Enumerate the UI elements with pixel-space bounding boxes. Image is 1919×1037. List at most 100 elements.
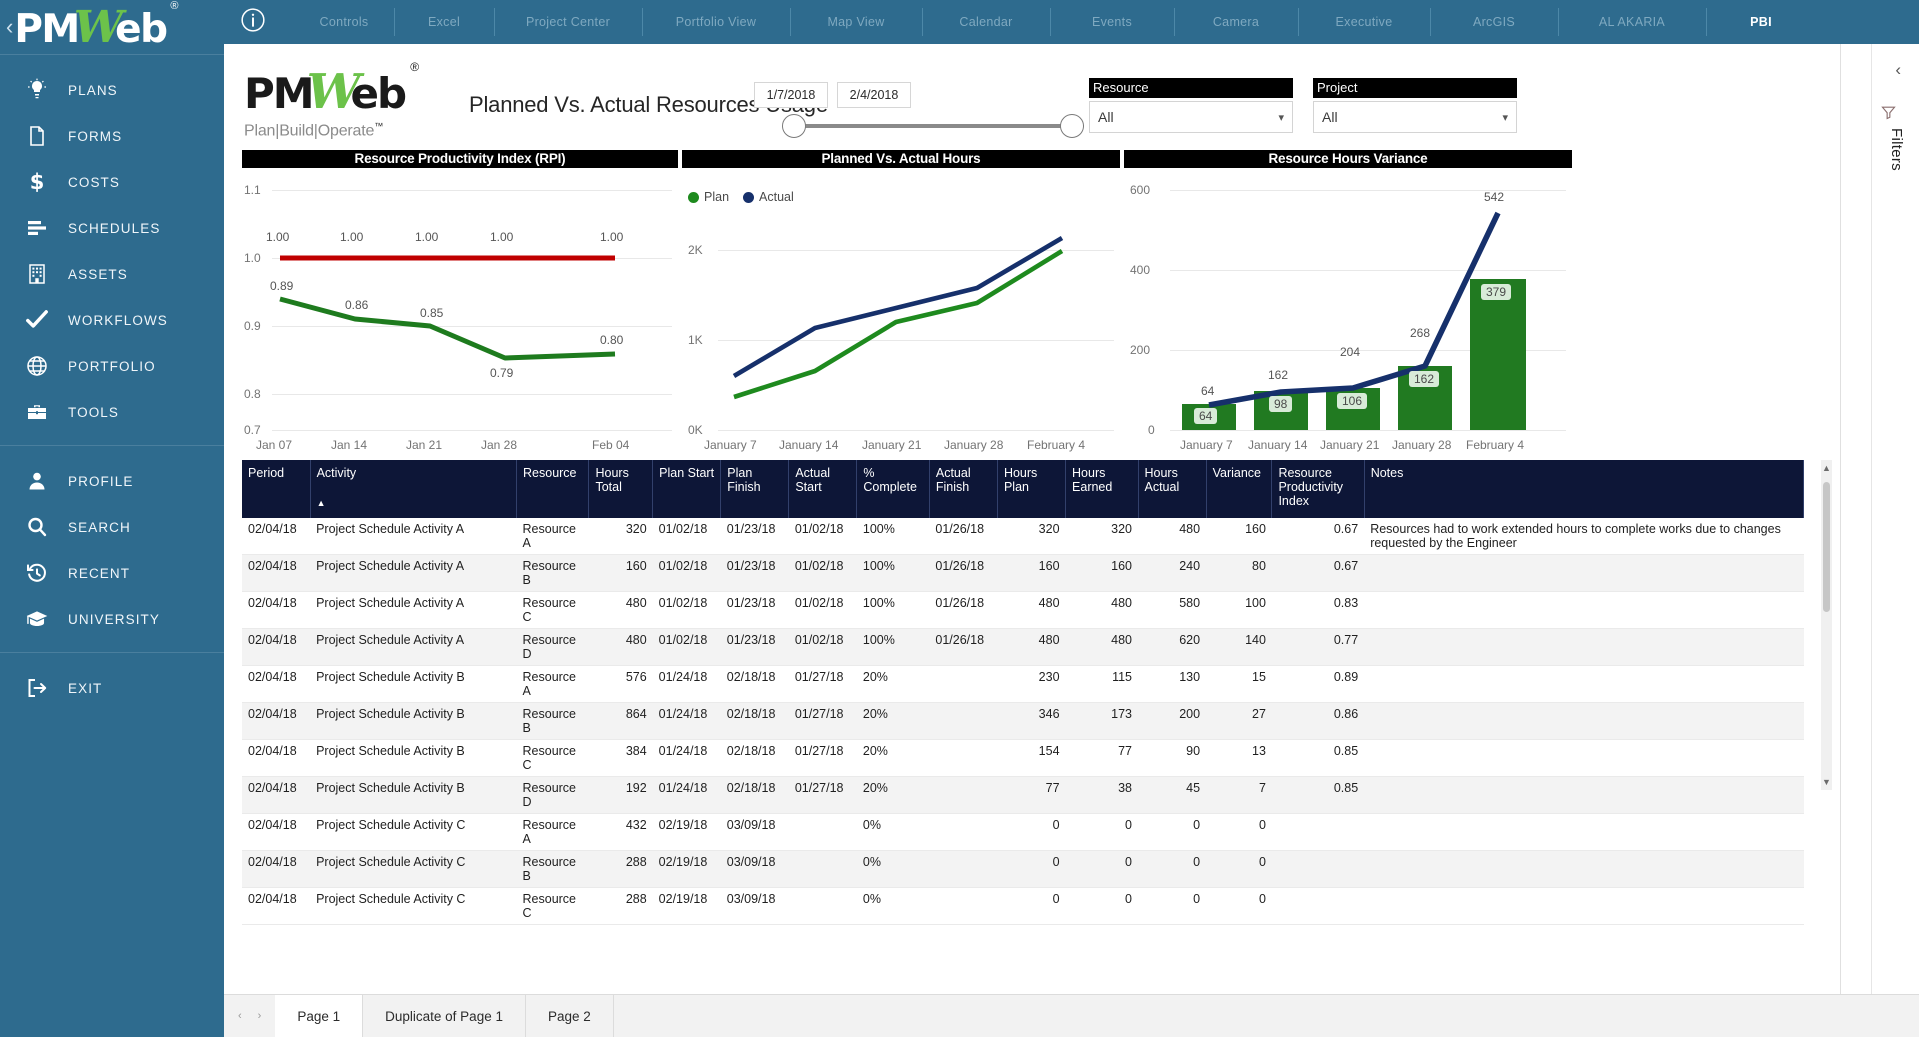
sidebar-item-costs[interactable]: $ COSTS <box>0 159 224 205</box>
col-hours-plan[interactable]: Hours Plan <box>997 460 1065 518</box>
col-resource-productivity-index[interactable]: Resource Productivity Index <box>1272 460 1364 518</box>
date-from-input[interactable]: 1/7/2018 <box>754 82 828 108</box>
pmweb-sidebar-logo[interactable]: ‹ PM W eb ® <box>0 0 224 54</box>
sidebar-item-workflows[interactable]: WORKFLOWS <box>0 297 224 343</box>
tab-executive[interactable]: Executive <box>1298 0 1430 44</box>
chart-resource-productivity-index[interactable]: Resource Productivity Index (RPI) 1.1 1.… <box>242 150 678 458</box>
cell-notes <box>1364 777 1803 814</box>
date-to-input[interactable]: 2/4/2018 <box>837 82 911 108</box>
slider-handle-left[interactable] <box>782 114 806 138</box>
chart-resource-hours-variance[interactable]: Resource Hours Variance 600 400 200 0 <box>1124 150 1572 458</box>
page-tab-duplicate-of-page-1[interactable]: Duplicate of Page 1 <box>363 995 526 1037</box>
x-tick-label: January 28 <box>944 438 1003 452</box>
cell-period: 02/04/18 <box>242 666 310 703</box>
sidebar-item-assets[interactable]: ASSETS <box>0 251 224 297</box>
sidebar-item-plans[interactable]: PLANS <box>0 67 224 113</box>
sidebar-item-search[interactable]: SEARCH <box>0 504 224 550</box>
page-tab-page-1[interactable]: Page 1 <box>275 995 363 1037</box>
data-label: 0.86 <box>345 298 368 312</box>
col-hours-total[interactable]: Hours Total <box>589 460 653 518</box>
sidebar-item-tools[interactable]: TOOLS <box>0 389 224 435</box>
chart-planned-vs-actual-hours[interactable]: Planned Vs. Actual Hours Plan Actual 2K … <box>682 150 1120 458</box>
tab-map-view[interactable]: Map View <box>790 0 922 44</box>
tab-project-center[interactable]: Project Center <box>494 0 642 44</box>
cell-resource: Resource B <box>517 703 589 740</box>
scroll-up-icon[interactable]: ▲ <box>1822 463 1831 473</box>
col-actual-finish[interactable]: Actual Finish <box>929 460 997 518</box>
sidebar-nav-primary: PLANS FORMS $ COSTS SCHEDULES <box>0 55 224 435</box>
sidebar-item-schedules[interactable]: SCHEDULES <box>0 205 224 251</box>
col-notes[interactable]: Notes <box>1364 460 1803 518</box>
tab-events[interactable]: Events <box>1050 0 1174 44</box>
sidebar-item-label: PROFILE <box>68 474 133 489</box>
tab-excel[interactable]: Excel <box>394 0 494 44</box>
table-row[interactable]: 02/04/18 Project Schedule Activity C Res… <box>242 814 1804 851</box>
cell-period: 02/04/18 <box>242 629 310 666</box>
tab-pbi[interactable]: PBI <box>1706 0 1816 44</box>
data-label: 1.00 <box>600 230 623 244</box>
col-plan-finish[interactable]: Plan Finish <box>721 460 789 518</box>
table-row[interactable]: 02/04/18 Project Schedule Activity A Res… <box>242 592 1804 629</box>
bar-data-label: 162 <box>1409 371 1439 387</box>
cell-hours-total: 576 <box>589 666 653 703</box>
cell-hours-plan: 480 <box>997 629 1065 666</box>
logo-text-pm: PM <box>14 7 78 52</box>
date-range-slider[interactable] <box>794 124 1084 128</box>
table-row[interactable]: 02/04/18 Project Schedule Activity A Res… <box>242 518 1804 555</box>
info-icon[interactable] <box>240 7 266 38</box>
table-row[interactable]: 02/04/18 Project Schedule Activity B Res… <box>242 740 1804 777</box>
table-row[interactable]: 02/04/18 Project Schedule Activity A Res… <box>242 629 1804 666</box>
col-hours-actual[interactable]: Hours Actual <box>1138 460 1206 518</box>
tagline-tm: ™ <box>374 121 383 131</box>
logo-text-w: W <box>74 2 119 53</box>
sidebar-item-forms[interactable]: FORMS <box>0 113 224 159</box>
page-tab-page-2[interactable]: Page 2 <box>526 995 614 1037</box>
page-prev-icon[interactable]: ‹ <box>238 1010 242 1022</box>
sidebar-item-university[interactable]: UNIVERSITY <box>0 596 224 642</box>
tab-calendar[interactable]: Calendar <box>922 0 1050 44</box>
table-scrollbar-thumb[interactable] <box>1823 482 1830 612</box>
resource-filter-value: All <box>1098 109 1278 125</box>
tab-camera[interactable]: Camera <box>1174 0 1298 44</box>
table-row[interactable]: 02/04/18 Project Schedule Activity B Res… <box>242 703 1804 740</box>
sidebar-collapse-chevron-icon[interactable]: ‹ <box>6 16 13 38</box>
sidebar-item-profile[interactable]: PROFILE <box>0 458 224 504</box>
tab-controls[interactable]: Controls <box>294 0 394 44</box>
sidebar-item-portfolio[interactable]: PORTFOLIO <box>0 343 224 389</box>
resource-filter-dropdown[interactable]: All ▾ <box>1089 101 1293 133</box>
table-row[interactable]: 02/04/18 Project Schedule Activity B Res… <box>242 666 1804 703</box>
col-percent-complete[interactable]: % Complete <box>857 460 929 518</box>
cell-hours-total: 864 <box>589 703 653 740</box>
table-row[interactable]: 02/04/18 Project Schedule Activity B Res… <box>242 777 1804 814</box>
table-scrollbar[interactable]: ▲ ▼ <box>1821 460 1832 790</box>
col-activity[interactable]: Activity ▲ <box>310 460 516 518</box>
collapse-filters-chevron-icon[interactable]: ‹ <box>1895 60 1901 80</box>
tab-arcgis[interactable]: ArcGIS <box>1430 0 1558 44</box>
tab-portfolio-view[interactable]: Portfolio View <box>642 0 790 44</box>
table-row[interactable]: 02/04/18 Project Schedule Activity C Res… <box>242 888 1804 925</box>
page-next-icon[interactable]: › <box>258 1010 262 1022</box>
table-row[interactable]: 02/04/18 Project Schedule Activity C Res… <box>242 851 1804 888</box>
cell-plan-finish: 01/23/18 <box>721 629 789 666</box>
col-variance[interactable]: Variance <box>1206 460 1272 518</box>
cell-period: 02/04/18 <box>242 740 310 777</box>
col-actual-start[interactable]: Actual Start <box>789 460 857 518</box>
table-row[interactable]: 02/04/18 Project Schedule Activity A Res… <box>242 555 1804 592</box>
cell-hours-total: 160 <box>589 555 653 592</box>
cell-percent-complete: 20% <box>857 740 929 777</box>
cell-percent-complete: 100% <box>857 592 929 629</box>
col-plan-start[interactable]: Plan Start <box>653 460 721 518</box>
sidebar-item-label: SEARCH <box>68 520 131 535</box>
sidebar-item-exit[interactable]: EXIT <box>0 665 224 711</box>
scroll-down-icon[interactable]: ▼ <box>1822 777 1831 787</box>
cell-plan-finish: 02/18/18 <box>721 666 789 703</box>
sidebar-item-recent[interactable]: RECENT <box>0 550 224 596</box>
project-filter-dropdown[interactable]: All ▾ <box>1313 101 1517 133</box>
x-tick-label: February 4 <box>1027 438 1085 452</box>
slider-handle-right[interactable] <box>1060 114 1084 138</box>
col-period[interactable]: Period <box>242 460 310 518</box>
funnel-icon[interactable] <box>1880 104 1897 126</box>
tab-al-akaria[interactable]: AL AKARIA <box>1558 0 1706 44</box>
col-hours-earned[interactable]: Hours Earned <box>1066 460 1138 518</box>
col-resource[interactable]: Resource <box>517 460 589 518</box>
